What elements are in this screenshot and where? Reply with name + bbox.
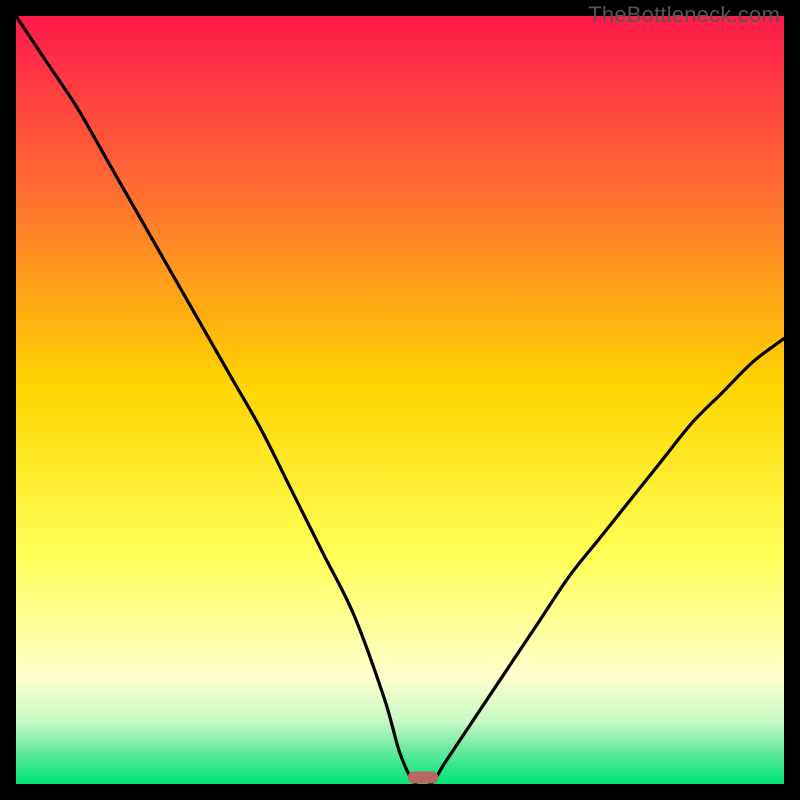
watermark-text: TheBottleneck.com [588,2,780,28]
bottleneck-chart [16,16,784,784]
gradient-background [16,16,784,784]
optimal-marker [408,771,439,783]
